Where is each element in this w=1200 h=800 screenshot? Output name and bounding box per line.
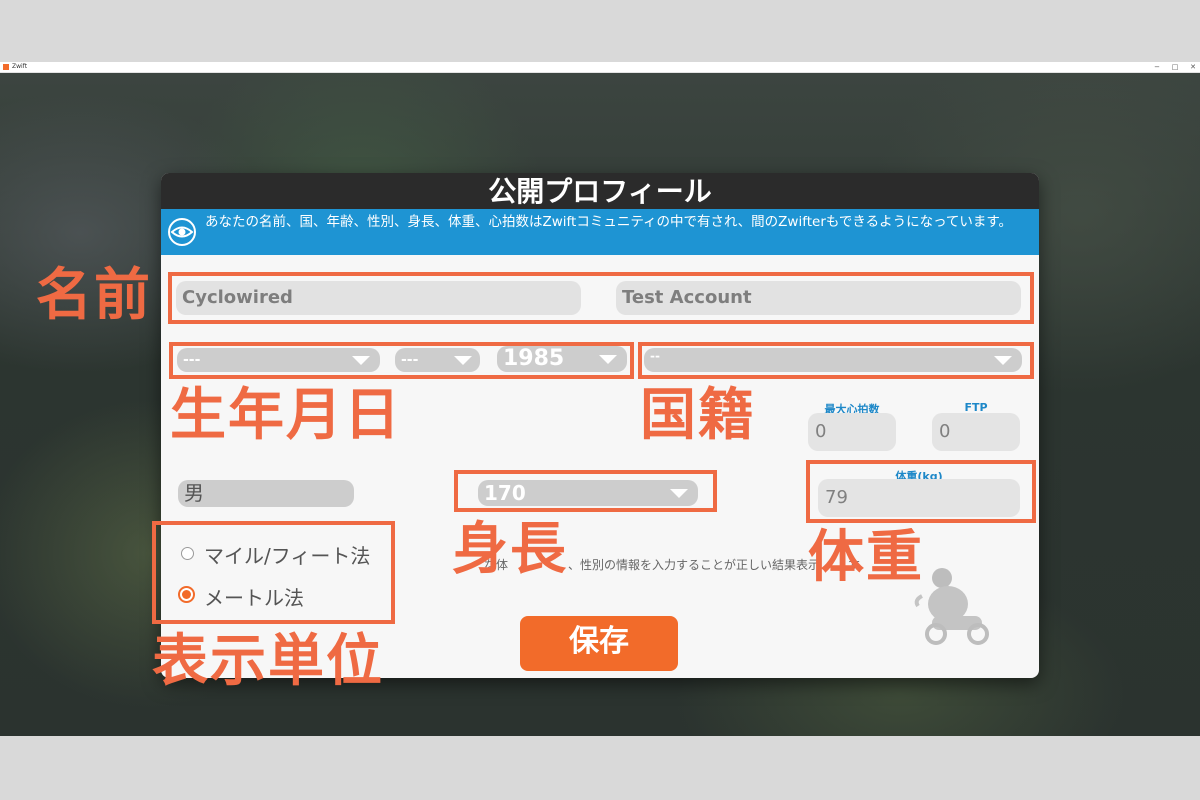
birthday-highlight-box [169,342,634,379]
minimize-button[interactable]: − [1150,62,1164,72]
country-highlight-box [638,342,1034,379]
annotation-units: 表示単位 [152,629,384,694]
weight-highlight-box [806,460,1036,523]
ftp-input[interactable]: 0 [932,413,1020,451]
max-hr-value: 0 [815,421,827,442]
privacy-notice-text: あなたの名前、国、年齢、性別、身長、体重、心拍数はZwiftコミュニティの中で有… [205,214,1013,230]
annotation-name: 名前 [36,263,152,328]
annotation-height: 身長 [452,517,568,582]
units-highlight-box [152,521,395,624]
privacy-notice-banner: あなたの名前、国、年齢、性別、身長、体重、心拍数はZwiftコミュニティの中で有… [161,209,1039,255]
annotation-birthday: 生年月日 [170,383,402,448]
name-highlight-box [168,272,1034,324]
window-title: Zwift [12,63,28,70]
eye-icon [168,218,196,246]
gender-value: 男 [184,481,204,505]
title-bar: Zwift − □ ✕ [0,62,1200,73]
close-button[interactable]: ✕ [1186,62,1200,72]
annotation-weight: 体重 [808,525,924,590]
save-button[interactable]: 保存 [520,616,678,671]
note-fragment-2: 、性別の情報を入力することが正しい結果表示 [568,558,821,572]
gender-select[interactable]: 男 [178,480,354,507]
dialog-title: 公開プロフィール [161,173,1039,209]
zwift-app-icon [3,64,9,70]
maximize-button[interactable]: □ [1168,62,1182,72]
max-hr-input[interactable]: 0 [808,413,896,451]
ftp-value: 0 [939,421,951,442]
cyclist-mascot-icon [914,568,989,645]
annotation-country: 国籍 [640,383,756,448]
height-highlight-box [454,470,717,512]
